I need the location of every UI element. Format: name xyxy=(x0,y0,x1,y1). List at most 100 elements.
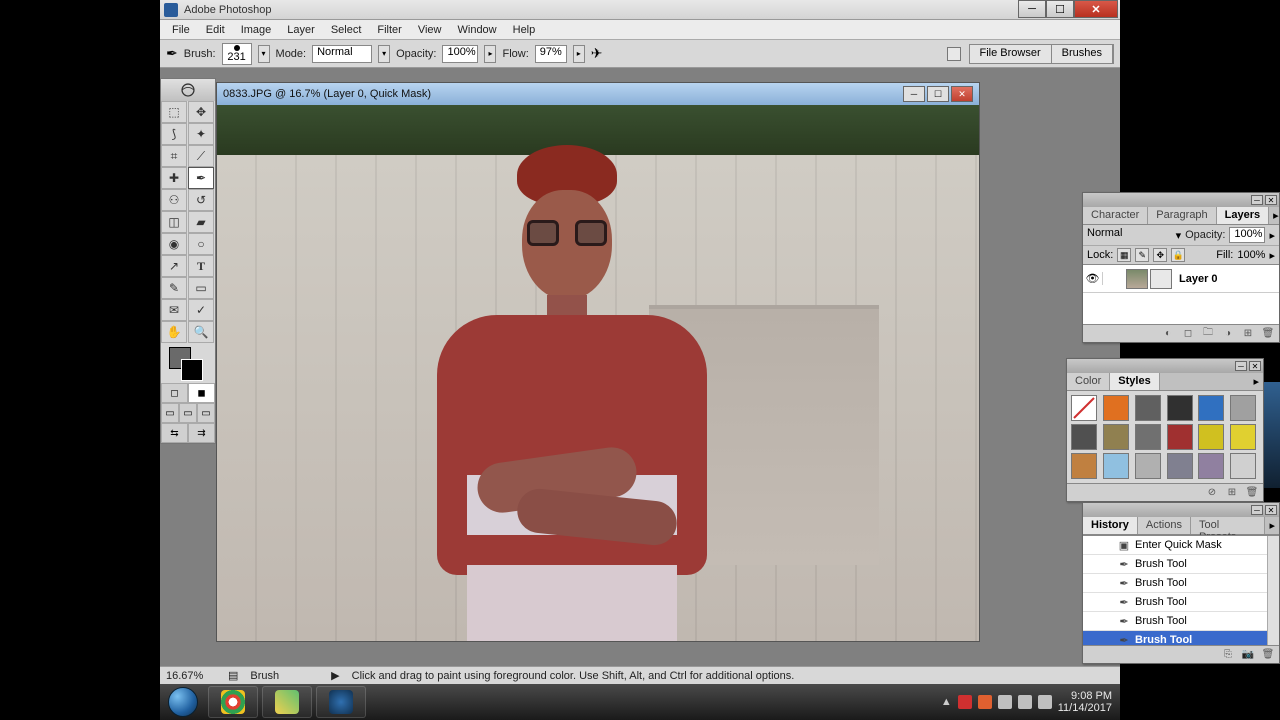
palette-minimize-icon[interactable]: ─ xyxy=(1251,195,1263,205)
delete-layer-icon[interactable]: 🗑 xyxy=(1261,327,1275,341)
jump-to-icon[interactable]: ⇆ xyxy=(161,423,188,443)
tab-paragraph[interactable]: Paragraph xyxy=(1148,207,1216,224)
style-swatch[interactable] xyxy=(1167,453,1193,479)
flow-arrow-icon[interactable]: ▸ xyxy=(573,45,585,63)
history-item[interactable]: ✒Brush Tool xyxy=(1083,574,1279,593)
style-swatch[interactable] xyxy=(1135,395,1161,421)
mode-dropdown-icon[interactable]: ▾ xyxy=(378,45,390,63)
delete-state-icon[interactable]: 🗑 xyxy=(1261,648,1275,662)
style-swatch[interactable] xyxy=(1071,424,1097,450)
layer-item[interactable]: 👁 Layer 0 xyxy=(1083,265,1279,293)
palette-minimize-icon[interactable]: ─ xyxy=(1235,361,1247,371)
standard-mode-icon[interactable]: ◻ xyxy=(161,383,188,403)
document-title-bar[interactable]: 0833.JPG @ 16.7% (Layer 0, Quick Mask) ─… xyxy=(217,83,979,105)
history-item[interactable]: ▣Enter Quick Mask xyxy=(1083,536,1279,555)
airbrush-icon[interactable]: ✈ xyxy=(591,45,603,62)
system-tray[interactable]: ▲ 9:08 PM 11/14/2017 xyxy=(941,690,1120,714)
new-doc-from-state-icon[interactable]: ⎘ xyxy=(1221,648,1235,662)
layer-thumbnail[interactable] xyxy=(1126,269,1148,289)
style-swatch[interactable] xyxy=(1167,424,1193,450)
menu-layer[interactable]: Layer xyxy=(279,22,323,38)
menu-file[interactable]: File xyxy=(164,22,198,38)
palette-minimize-icon[interactable]: ─ xyxy=(1251,505,1263,515)
blur-tool-icon[interactable]: ◉ xyxy=(161,233,187,255)
tray-chevron-icon[interactable]: ▲ xyxy=(941,696,952,708)
new-layer-icon[interactable]: ⊞ xyxy=(1241,327,1255,341)
quickmask-mode-icon[interactable]: ◼ xyxy=(188,383,215,403)
taskbar-notes[interactable] xyxy=(262,686,312,718)
menu-edit[interactable]: Edit xyxy=(198,22,233,38)
menu-filter[interactable]: Filter xyxy=(369,22,409,38)
layer-set-icon[interactable]: 🗀 xyxy=(1201,327,1215,341)
stamp-tool-icon[interactable]: ⚇ xyxy=(161,189,187,211)
palette-close-icon[interactable]: ✕ xyxy=(1265,195,1277,205)
doc-close-button[interactable]: ✕ xyxy=(951,86,973,102)
fill-arrow-icon[interactable]: ▸ xyxy=(1269,249,1275,262)
style-swatch[interactable] xyxy=(1071,453,1097,479)
flow-input[interactable]: 97% xyxy=(535,45,567,63)
history-item[interactable]: ✒Brush Tool xyxy=(1083,631,1279,645)
menu-window[interactable]: Window xyxy=(450,22,505,38)
path-tool-icon[interactable]: ↗ xyxy=(161,255,187,277)
toggle-palette-icon[interactable] xyxy=(947,47,961,61)
style-swatch[interactable] xyxy=(1230,453,1256,479)
tray-volume-icon[interactable] xyxy=(1038,695,1052,709)
palette-menu-icon[interactable]: ▸ xyxy=(1265,517,1279,534)
tray-icon[interactable] xyxy=(998,695,1012,709)
zoom-level[interactable]: 16.67% xyxy=(166,670,216,682)
eyedropper-tool-icon[interactable]: ✓ xyxy=(188,299,214,321)
tab-history[interactable]: History xyxy=(1083,517,1138,534)
canvas[interactable]: ZNDC xyxy=(217,105,979,641)
window-close-button[interactable]: ✕ xyxy=(1074,0,1118,18)
tray-network-icon[interactable] xyxy=(1018,695,1032,709)
tab-layers[interactable]: Layers xyxy=(1217,207,1269,224)
style-swatch[interactable] xyxy=(1103,395,1129,421)
style-swatch[interactable] xyxy=(1135,453,1161,479)
palette-menu-icon[interactable]: ▸ xyxy=(1249,373,1263,390)
gradient-tool-icon[interactable]: ▰ xyxy=(188,211,214,233)
screen-standard-icon[interactable]: ▭ xyxy=(161,403,179,423)
lock-all-icon[interactable]: 🔒 xyxy=(1171,248,1185,262)
eraser-tool-icon[interactable]: ◫ xyxy=(161,211,187,233)
layer-style-icon[interactable]: ◐ xyxy=(1161,327,1175,341)
tray-icon[interactable] xyxy=(978,695,992,709)
imageready-icon[interactable]: ⇉ xyxy=(188,423,215,443)
pen-tool-icon[interactable]: ✎ xyxy=(161,277,187,299)
mode-select[interactable]: Normal xyxy=(312,45,372,63)
brush-preset-picker[interactable]: 231 xyxy=(222,43,252,65)
style-swatch[interactable] xyxy=(1103,453,1129,479)
style-swatch[interactable] xyxy=(1230,424,1256,450)
start-button[interactable] xyxy=(160,684,206,720)
layer-name[interactable]: Layer 0 xyxy=(1175,273,1218,285)
palette-close-icon[interactable]: ✕ xyxy=(1249,361,1261,371)
history-item[interactable]: ✒Brush Tool xyxy=(1083,593,1279,612)
style-swatch[interactable] xyxy=(1230,395,1256,421)
layer-list[interactable]: 👁 Layer 0 xyxy=(1083,264,1279,324)
crop-tool-icon[interactable]: ⌗ xyxy=(161,145,187,167)
history-list[interactable]: ▣Enter Quick Mask✒Brush Tool✒Brush Tool✒… xyxy=(1083,535,1279,645)
move-tool-icon[interactable]: ✥ xyxy=(188,101,214,123)
style-swatch[interactable] xyxy=(1071,395,1097,421)
layer-opacity-input[interactable]: 100% xyxy=(1229,227,1265,243)
opacity-arrow-icon[interactable]: ▸ xyxy=(484,45,496,63)
history-item[interactable]: ✒Brush Tool xyxy=(1083,612,1279,631)
history-item[interactable]: ✒Brush Tool xyxy=(1083,555,1279,574)
wand-tool-icon[interactable]: ✦ xyxy=(188,123,214,145)
lock-transparency-icon[interactable]: ▦ xyxy=(1117,248,1131,262)
style-swatch[interactable] xyxy=(1103,424,1129,450)
menu-help[interactable]: Help xyxy=(505,22,544,38)
fill-input[interactable]: 100% xyxy=(1237,249,1265,261)
visibility-eye-icon[interactable]: 👁 xyxy=(1083,272,1103,285)
marquee-tool-icon[interactable]: ⬚ xyxy=(161,101,187,123)
taskbar-photoshop[interactable] xyxy=(316,686,366,718)
doc-minimize-button[interactable]: ─ xyxy=(903,86,925,102)
tab-styles[interactable]: Styles xyxy=(1110,373,1159,390)
tab-character[interactable]: Character xyxy=(1083,207,1148,224)
healing-tool-icon[interactable]: ✚ xyxy=(161,167,187,189)
tab-brushes[interactable]: Brushes xyxy=(1052,45,1113,63)
style-swatch[interactable] xyxy=(1198,395,1224,421)
screen-full-icon[interactable]: ▭ xyxy=(197,403,215,423)
taskbar-chrome[interactable] xyxy=(208,686,258,718)
palette-close-icon[interactable]: ✕ xyxy=(1265,505,1277,515)
new-style-icon[interactable]: ⊞ xyxy=(1225,486,1239,500)
